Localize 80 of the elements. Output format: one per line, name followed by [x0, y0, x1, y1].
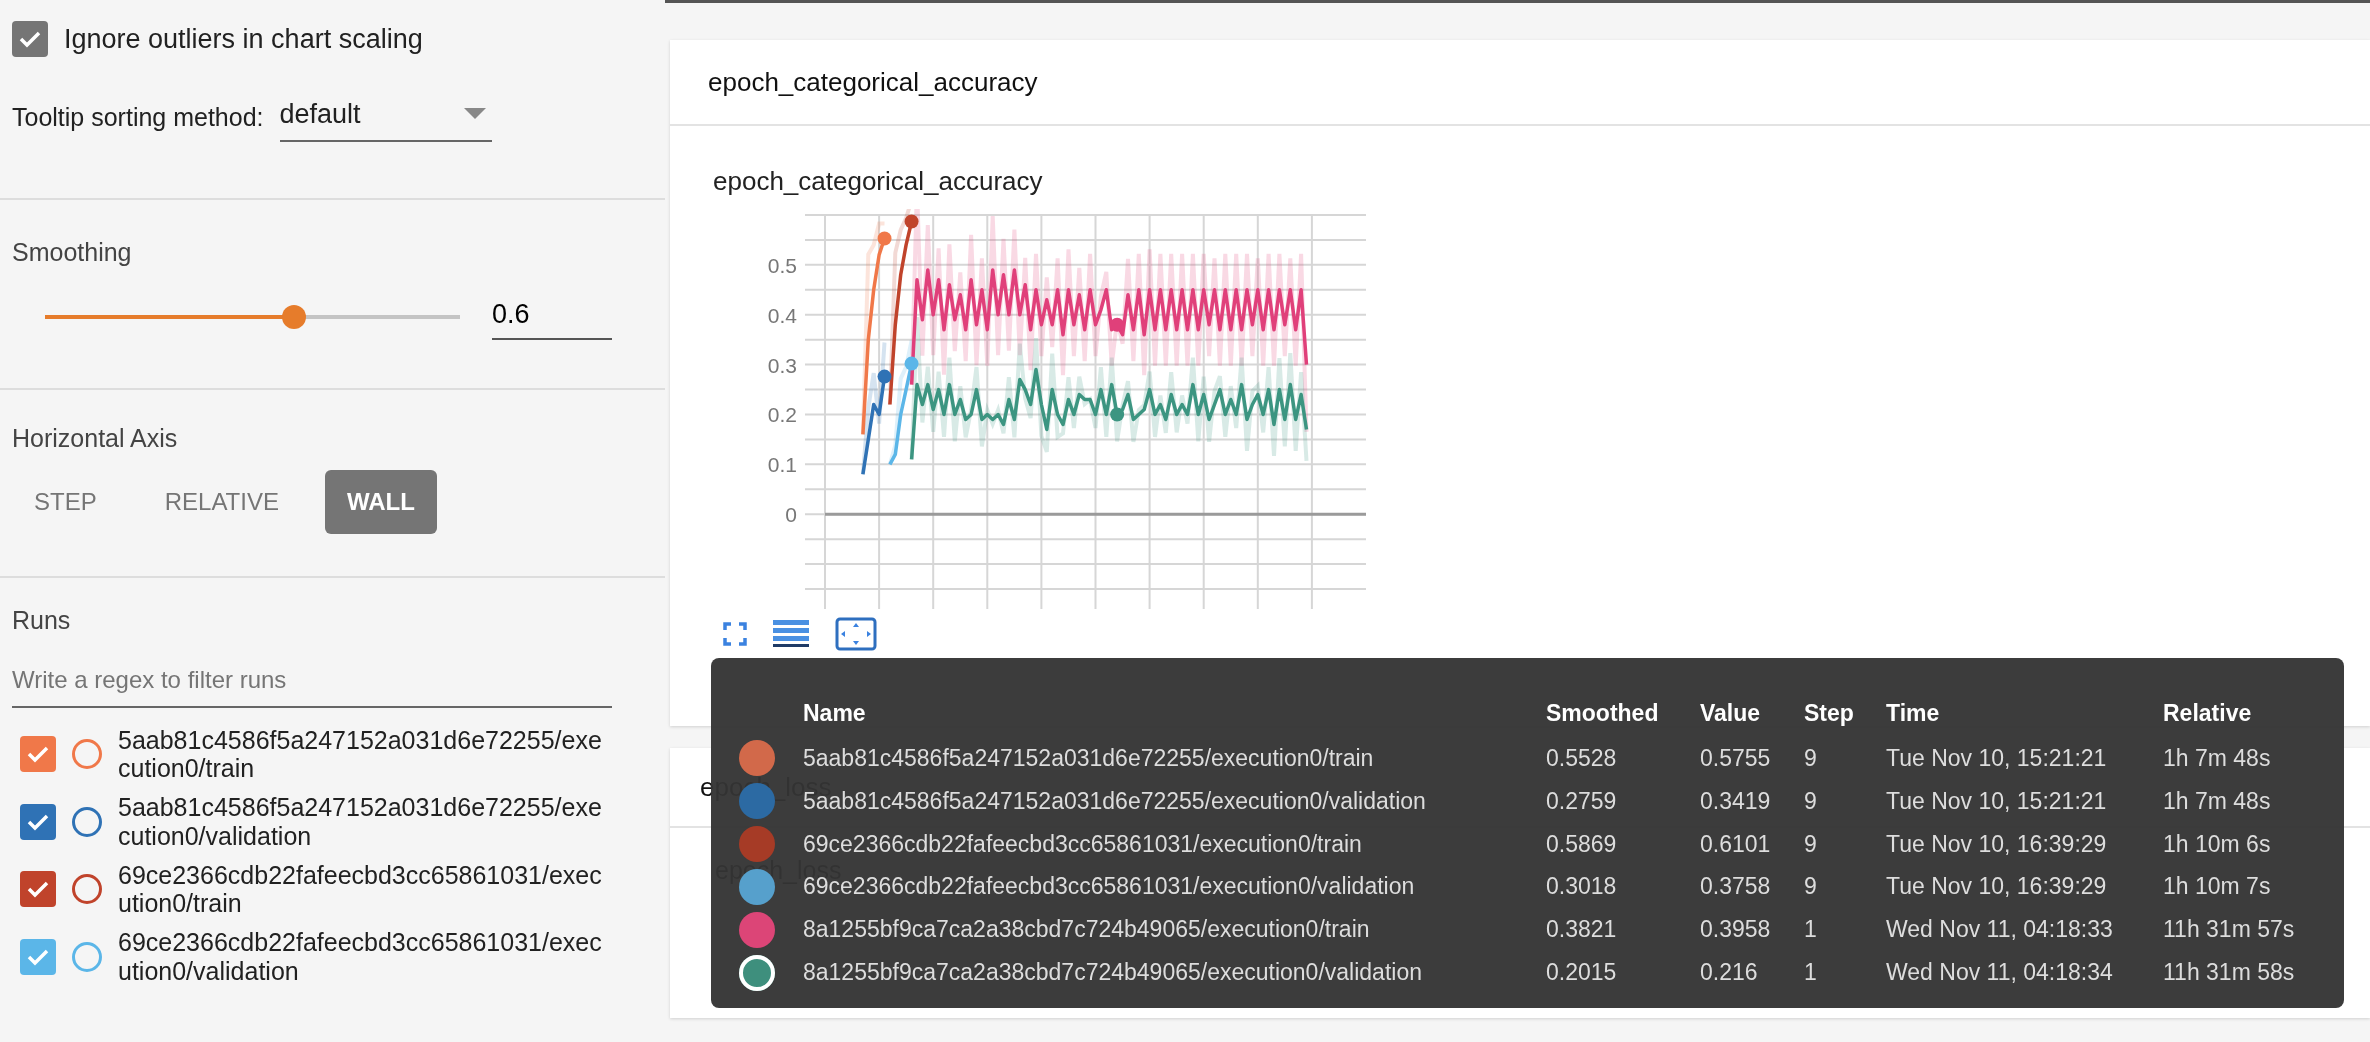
table-cell: 0.6101 — [1700, 830, 1771, 857]
table-cell: 0.2759 — [1546, 787, 1617, 814]
hover-point — [904, 356, 919, 371]
y-tick-label: 0 — [785, 503, 797, 527]
section-title: Horizontal Axis — [12, 423, 179, 454]
column-header: Name — [803, 696, 1546, 737]
column-header: Relative — [2163, 699, 2253, 728]
table-cell: 1h 10m 7s — [2163, 873, 2271, 900]
section-title: Runs — [12, 605, 72, 636]
hover-point — [1110, 407, 1125, 422]
check-icon — [26, 879, 50, 900]
table-cell: 0.3821 — [1546, 916, 1617, 943]
column-header: Step — [1804, 696, 1886, 737]
y-tick-label: 0.4 — [767, 303, 797, 327]
caret-icon — [463, 107, 486, 120]
check-icon — [26, 744, 50, 765]
hover-point — [877, 369, 892, 384]
table-cell: Tue Nov 10, 16:39:29 — [1886, 873, 2107, 900]
table-cell: 11h 31m 57s — [2163, 916, 2295, 943]
table-cell: 8a1255bf9ca7ca2a38cbd7c724b49065/execution0/train — [803, 916, 1370, 943]
table-cell: 0.3758 — [1700, 873, 1771, 900]
table-cell: Wed Nov 11, 04:18:33 — [1886, 916, 2113, 943]
column-header: Value — [1700, 696, 1804, 737]
table-cell: 0.3958 — [1700, 916, 1771, 943]
y-tick-label: 0.2 — [767, 403, 797, 427]
column-header: Smoothed — [1546, 696, 1700, 737]
fit-icon[interactable] — [835, 617, 877, 651]
table-cell: Tue Nov 10, 16:39:29 — [1886, 830, 2107, 857]
card-title: epoch_categorical_accuracy — [670, 40, 2370, 126]
table-cell: 9 — [1804, 787, 1817, 814]
y-tick-label: 0.3 — [767, 353, 797, 377]
table-cell: 0.2015 — [1546, 959, 1617, 986]
chart-title: epoch_categorical_accuracy — [713, 165, 1044, 198]
column-header: Time — [1886, 699, 1941, 728]
run-checkbox[interactable] — [20, 871, 56, 908]
lines-icon[interactable] — [773, 620, 809, 648]
smoothing-input[interactable]: 0.6 — [492, 293, 612, 340]
run-name: 69ce2366cdb22fafeecbd3cc65861031/execution0/validation — [118, 928, 603, 986]
checkbox-label: Ignore outliers in chart scaling — [64, 23, 423, 56]
radio-icon[interactable] — [72, 739, 102, 770]
run-name: 5aab81c4586f5a247152a031d6e72255/execution0/train — [118, 725, 603, 783]
fullscreen-icon[interactable] — [723, 621, 747, 647]
table-cell: 11h 31m 58s — [2163, 959, 2295, 986]
table-cell: 1 — [1804, 916, 1817, 943]
run-name: 69ce2366cdb22fafeecbd3cc65861031/execution0/train — [118, 860, 603, 918]
axis-toggle[interactable]: WALL — [324, 469, 437, 534]
hover-point — [1110, 317, 1125, 332]
checkbox[interactable] — [12, 21, 48, 58]
hover-point — [877, 231, 892, 246]
table-cell: 0.3419 — [1700, 787, 1771, 814]
radio-icon[interactable] — [72, 806, 102, 837]
run-checkbox[interactable] — [20, 803, 56, 840]
filter-field[interactable]: Write a regex to filter runs — [12, 647, 612, 708]
table-cell: 0.216 — [1700, 959, 1758, 986]
slider-thumb[interactable] — [282, 304, 306, 329]
check-icon — [18, 29, 42, 50]
section-title: Smoothing — [12, 237, 133, 268]
axis-toggle[interactable]: STEP — [12, 469, 119, 534]
run-name: 5aab81c4586f5a247152a031d6e72255/execution0/validation — [118, 793, 603, 851]
sorting-dropdown[interactable]: default — [279, 93, 492, 142]
table-cell: 0.3018 — [1546, 873, 1617, 900]
table-cell: 69ce2366cdb22fafeecbd3cc65861031/execution0/train — [803, 830, 1362, 857]
table-cell: Tue Nov 10, 15:21:21 — [1886, 787, 2107, 814]
hover-point — [904, 214, 919, 229]
table-cell: 8a1255bf9ca7ca2a38cbd7c724b49065/execution0/validation — [803, 959, 1422, 986]
table-cell: Wed Nov 11, 04:18:34 — [1886, 959, 2113, 986]
table-cell: 9 — [1804, 830, 1817, 857]
run-checkbox[interactable] — [20, 736, 56, 773]
table-cell: 0.5869 — [1546, 830, 1617, 857]
axis-toggle[interactable]: RELATIVE — [142, 469, 301, 534]
table-cell: 1h 7m 48s — [2163, 787, 2271, 814]
radio-icon[interactable] — [72, 874, 102, 905]
table-cell: 1 — [1804, 959, 1817, 986]
table-cell: 9 — [1804, 873, 1817, 900]
y-tick-label: 0.5 — [767, 253, 797, 277]
sorting-label: Tooltip sorting method: — [12, 102, 264, 133]
table-cell: 1h 10m 6s — [2163, 830, 2271, 857]
run-checkbox[interactable] — [20, 938, 56, 975]
y-tick-label: 0.1 — [767, 453, 797, 477]
radio-icon[interactable] — [72, 941, 102, 972]
